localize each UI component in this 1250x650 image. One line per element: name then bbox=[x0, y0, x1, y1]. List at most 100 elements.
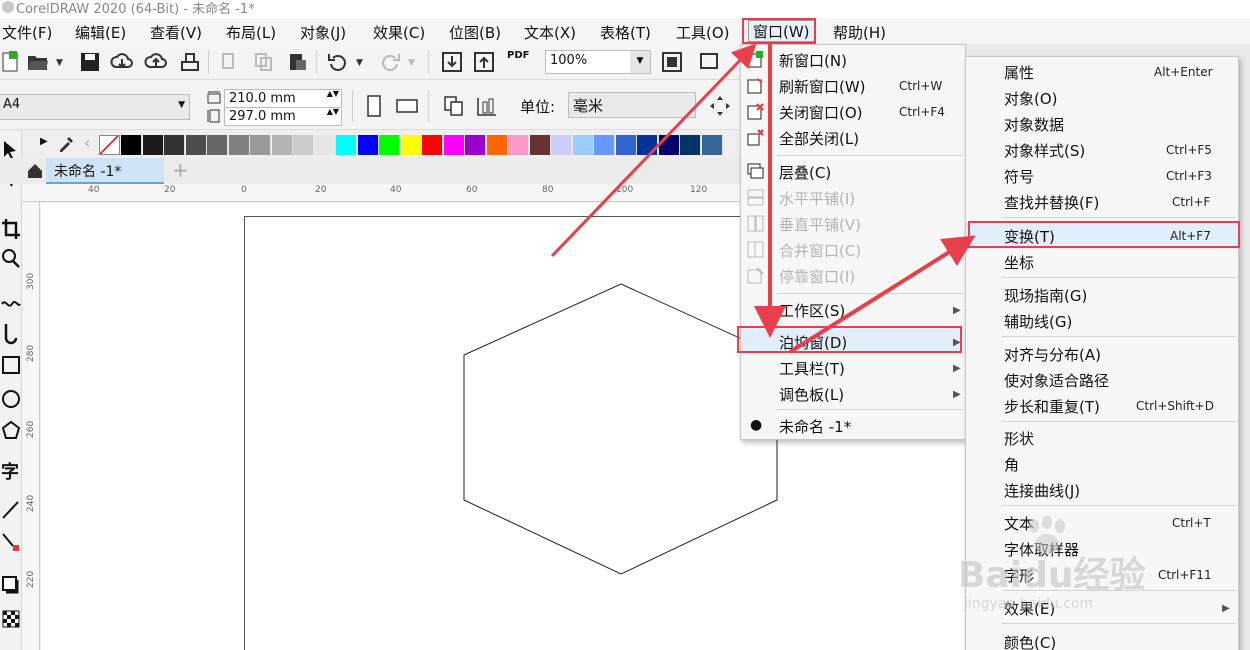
color-swatch[interactable] bbox=[336, 135, 357, 155]
home-icon[interactable] bbox=[26, 162, 44, 180]
menu-layout[interactable]: 布局(L) bbox=[226, 22, 276, 43]
artistic-media-icon[interactable] bbox=[0, 320, 22, 346]
units-select[interactable]: 毫米 bbox=[568, 92, 696, 118]
open-dropdown-icon[interactable]: ▼ bbox=[56, 58, 63, 68]
docker-item-step-repeat[interactable]: 步长和重复(T) Ctrl+Shift+D bbox=[966, 393, 1238, 419]
color-swatch[interactable] bbox=[142, 135, 164, 155]
menu-item-new-window[interactable]: 新窗口(N) bbox=[741, 47, 965, 73]
new-document-icon[interactable] bbox=[0, 50, 24, 74]
color-swatch[interactable] bbox=[465, 135, 486, 155]
paste-icon[interactable] bbox=[286, 50, 310, 74]
drop-shadow-tool-icon[interactable] bbox=[0, 572, 22, 598]
save-icon[interactable] bbox=[78, 50, 102, 74]
docker-item-glyphs[interactable]: 字形 Ctrl+F11 bbox=[966, 562, 1238, 588]
menu-object[interactable]: 对象(J) bbox=[300, 22, 346, 43]
color-swatch[interactable] bbox=[572, 135, 594, 155]
vertical-ruler[interactable]: 300 280 260 240 220 bbox=[22, 202, 40, 650]
page-size-select[interactable]: A4 ▼ bbox=[0, 94, 190, 120]
docker-item-shape[interactable]: 形状 bbox=[966, 425, 1238, 451]
transparency-tool-icon[interactable] bbox=[0, 606, 22, 632]
color-swatch[interactable] bbox=[185, 135, 207, 155]
menu-bitmaps[interactable]: 位图(B) bbox=[449, 22, 501, 43]
color-swatch[interactable] bbox=[228, 135, 250, 155]
docker-item-hints[interactable]: 现场指南(G) bbox=[966, 282, 1238, 308]
landscape-icon[interactable] bbox=[395, 94, 419, 118]
open-folder-icon[interactable] bbox=[26, 50, 50, 74]
docker-item-font-sampler[interactable]: 字体取样器 bbox=[966, 536, 1238, 562]
menu-item-cascade[interactable]: 层叠(C) bbox=[741, 159, 965, 185]
menu-file[interactable]: 文件(F) bbox=[2, 22, 52, 43]
polygon-tool-icon[interactable] bbox=[0, 418, 22, 444]
color-swatch[interactable] bbox=[207, 135, 228, 155]
color-swatch[interactable] bbox=[486, 135, 508, 155]
color-swatch[interactable] bbox=[529, 135, 551, 155]
menu-item-workspace[interactable]: 工作区(S) ▶ bbox=[741, 297, 965, 323]
menu-item-close-all[interactable]: 全部关闭(L) bbox=[741, 125, 965, 151]
width-spin-icon[interactable]: ▲▼ bbox=[327, 89, 339, 98]
docker-item-corner[interactable]: 角 bbox=[966, 451, 1238, 477]
menu-view[interactable]: 查看(V) bbox=[150, 22, 202, 43]
print-icon[interactable] bbox=[178, 50, 202, 74]
color-swatch[interactable] bbox=[615, 135, 637, 155]
docker-item-coordinates[interactable]: 坐标 bbox=[966, 249, 1238, 275]
color-swatch[interactable] bbox=[680, 135, 701, 155]
color-swatch[interactable] bbox=[551, 135, 572, 155]
docker-item-object-data[interactable]: 对象数据 bbox=[966, 111, 1238, 137]
color-swatch[interactable] bbox=[271, 135, 293, 155]
docker-item-fit-to-path[interactable]: 使对象适合路径 bbox=[966, 367, 1238, 393]
undo-dropdown-icon[interactable]: ▼ bbox=[356, 58, 363, 68]
color-swatch[interactable] bbox=[164, 135, 185, 155]
color-swatch[interactable] bbox=[250, 135, 271, 155]
options-icon[interactable] bbox=[698, 50, 722, 74]
menu-item-refresh-window[interactable]: 刷新窗口(W) Ctrl+W bbox=[741, 73, 965, 99]
color-swatch[interactable] bbox=[357, 135, 379, 155]
docker-item-color[interactable]: 颜色(C) bbox=[966, 629, 1238, 650]
menu-item-close-window[interactable]: 关闭窗口(O) Ctrl+F4 bbox=[741, 99, 965, 125]
color-swatch[interactable] bbox=[400, 135, 422, 155]
import-icon[interactable] bbox=[440, 50, 464, 74]
copy-icon[interactable] bbox=[252, 50, 276, 74]
height-spin-icon[interactable]: ▲▼ bbox=[327, 107, 339, 116]
docker-item-guidelines[interactable]: 辅助线(G) bbox=[966, 308, 1238, 334]
ellipse-tool-icon[interactable] bbox=[0, 386, 22, 412]
docker-item-objects[interactable]: 对象(O) bbox=[966, 85, 1238, 111]
publish-pdf-icon[interactable]: PDF bbox=[506, 50, 530, 74]
new-tab-button[interactable]: + bbox=[172, 158, 189, 182]
menu-item-toolbars[interactable]: 工具栏(T) ▶ bbox=[741, 355, 965, 381]
color-swatch[interactable] bbox=[443, 135, 465, 155]
color-swatch[interactable] bbox=[121, 135, 142, 155]
docker-item-symbols[interactable]: 符号 Ctrl+F3 bbox=[966, 163, 1238, 189]
docker-item-object-styles[interactable]: 对象样式(S) Ctrl+F5 bbox=[966, 137, 1238, 163]
menu-text[interactable]: 文本(X) bbox=[524, 22, 576, 43]
menu-edit[interactable]: 编辑(E) bbox=[75, 22, 126, 43]
export-icon[interactable] bbox=[472, 50, 496, 74]
docker-item-effects[interactable]: 效果(E) ▶ bbox=[966, 595, 1238, 621]
page-height-field[interactable]: 297.0 mm ▲▼ bbox=[224, 107, 342, 126]
all-pages-icon[interactable] bbox=[442, 94, 466, 118]
menu-tools[interactable]: 工具(O) bbox=[676, 22, 730, 43]
menu-table[interactable]: 表格(T) bbox=[600, 22, 651, 43]
docker-item-text[interactable]: 文本 Ctrl+T bbox=[966, 510, 1238, 536]
zoom-tool-icon[interactable] bbox=[0, 246, 22, 272]
portrait-icon[interactable] bbox=[362, 94, 386, 118]
full-screen-icon[interactable] bbox=[660, 50, 684, 74]
menu-item-document-window[interactable]: ● 未命名 -1* bbox=[741, 413, 965, 439]
zoom-dropdown-icon[interactable]: ▼ bbox=[630, 51, 650, 73]
docker-item-find-replace[interactable]: 查找并替换(F) Ctrl+F bbox=[966, 189, 1238, 215]
color-swatch[interactable] bbox=[293, 135, 314, 155]
color-swatch[interactable] bbox=[594, 135, 615, 155]
zoom-level-field[interactable]: 100% ▼ bbox=[545, 50, 651, 74]
hexagon-shape[interactable] bbox=[460, 282, 780, 578]
docker-item-align-distribute[interactable]: 对齐与分布(A) bbox=[966, 341, 1238, 367]
menu-help[interactable]: 帮助(H) bbox=[833, 22, 886, 43]
text-tool-icon[interactable]: 字 bbox=[0, 458, 22, 484]
menu-effects[interactable]: 效果(C) bbox=[373, 22, 425, 43]
page-width-field[interactable]: 210.0 mm ▲▼ bbox=[224, 89, 342, 108]
color-swatch[interactable] bbox=[637, 135, 658, 155]
color-swatch[interactable] bbox=[701, 135, 723, 155]
document-tab[interactable]: 未命名 -1* bbox=[46, 158, 164, 184]
palette-scroll-left-icon[interactable]: ▶ bbox=[40, 136, 48, 147]
current-page-icon[interactable] bbox=[475, 94, 499, 118]
cloud-download-icon[interactable] bbox=[110, 50, 134, 74]
docker-item-properties[interactable]: 属性 Alt+Enter bbox=[966, 59, 1238, 85]
